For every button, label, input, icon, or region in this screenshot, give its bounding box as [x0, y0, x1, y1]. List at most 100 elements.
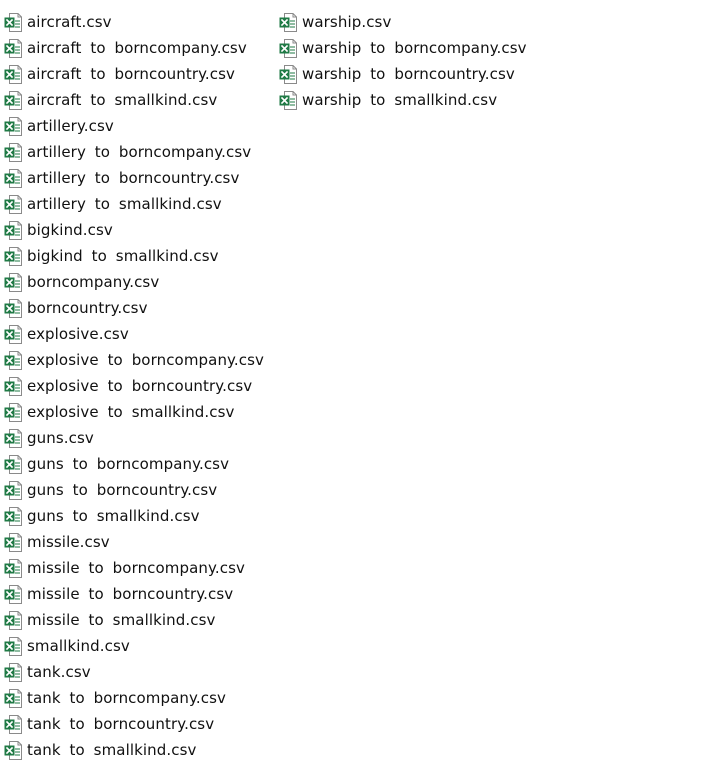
file-name: missile.csv — [27, 533, 110, 551]
file-name: artillery.csv — [27, 117, 114, 135]
file-item[interactable]: bigkind.csv — [4, 217, 274, 243]
file-item[interactable]: artillery to borncompany.csv — [4, 139, 274, 165]
file-name: artillery to smallkind.csv — [27, 195, 222, 213]
excel-csv-file-icon — [4, 246, 23, 267]
excel-csv-file-icon — [4, 714, 23, 735]
file-item[interactable]: warship to borncountry.csv — [279, 61, 549, 87]
excel-csv-file-icon — [4, 740, 23, 761]
file-name: guns to borncompany.csv — [27, 455, 230, 473]
file-name: aircraft.csv — [27, 13, 112, 31]
file-name: aircraft to borncompany.csv — [27, 39, 247, 57]
excel-csv-file-icon — [4, 610, 23, 631]
excel-csv-file-icon — [4, 558, 23, 579]
excel-csv-file-icon — [4, 90, 23, 111]
file-column-2: warship.csv warship to borncompany.csv war… — [279, 9, 549, 113]
file-name: artillery to borncountry.csv — [27, 169, 240, 187]
file-name: missile to borncompany.csv — [27, 559, 245, 577]
file-item[interactable]: tank to smallkind.csv — [4, 737, 274, 763]
file-name: tank to borncompany.csv — [27, 689, 226, 707]
file-name: missile to smallkind.csv — [27, 611, 216, 629]
file-name: guns to borncountry.csv — [27, 481, 218, 499]
file-name: artillery to borncompany.csv — [27, 143, 252, 161]
file-item[interactable]: explosive.csv — [4, 321, 274, 347]
file-name: warship.csv — [302, 13, 392, 31]
excel-csv-file-icon — [4, 688, 23, 709]
file-item[interactable]: guns.csv — [4, 425, 274, 451]
file-column-1: aircraft.csv aircraft to borncompany.csv a… — [4, 9, 274, 763]
file-item[interactable]: tank.csv — [4, 659, 274, 685]
file-name: smallkind.csv — [27, 637, 130, 655]
file-name: guns.csv — [27, 429, 94, 447]
file-item[interactable]: tank to borncountry.csv — [4, 711, 274, 737]
file-item[interactable]: artillery to smallkind.csv — [4, 191, 274, 217]
excel-csv-file-icon — [279, 38, 298, 59]
file-item[interactable]: missile to borncountry.csv — [4, 581, 274, 607]
excel-csv-file-icon — [4, 324, 23, 345]
file-name: warship to borncountry.csv — [302, 65, 515, 83]
file-item[interactable]: artillery.csv — [4, 113, 274, 139]
excel-csv-file-icon — [4, 454, 23, 475]
file-item[interactable]: explosive to borncountry.csv — [4, 373, 274, 399]
file-item[interactable]: warship to borncompany.csv — [279, 35, 549, 61]
excel-csv-file-icon — [4, 220, 23, 241]
file-name: explosive to smallkind.csv — [27, 403, 235, 421]
file-item[interactable]: missile.csv — [4, 529, 274, 555]
file-item[interactable]: borncountry.csv — [4, 295, 274, 321]
file-item[interactable]: guns to smallkind.csv — [4, 503, 274, 529]
file-item[interactable]: bigkind to smallkind.csv — [4, 243, 274, 269]
file-item[interactable]: tank to borncompany.csv — [4, 685, 274, 711]
excel-csv-file-icon — [4, 376, 23, 397]
file-name: aircraft to smallkind.csv — [27, 91, 218, 109]
excel-csv-file-icon — [4, 636, 23, 657]
excel-csv-file-icon — [4, 662, 23, 683]
excel-csv-file-icon — [279, 64, 298, 85]
excel-csv-file-icon — [279, 90, 298, 111]
file-name: explosive.csv — [27, 325, 129, 343]
file-item[interactable]: explosive to borncompany.csv — [4, 347, 274, 373]
file-item[interactable]: aircraft to smallkind.csv — [4, 87, 274, 113]
file-item[interactable]: aircraft.csv — [4, 9, 274, 35]
file-name: warship to smallkind.csv — [302, 91, 498, 109]
excel-csv-file-icon — [4, 142, 23, 163]
file-name: bigkind to smallkind.csv — [27, 247, 219, 265]
file-item[interactable]: explosive to smallkind.csv — [4, 399, 274, 425]
file-item[interactable]: missile to smallkind.csv — [4, 607, 274, 633]
file-name: guns to smallkind.csv — [27, 507, 200, 525]
file-item[interactable]: borncompany.csv — [4, 269, 274, 295]
file-name: borncountry.csv — [27, 299, 148, 317]
file-name: missile to borncountry.csv — [27, 585, 234, 603]
excel-csv-file-icon — [4, 584, 23, 605]
file-item[interactable]: guns to borncompany.csv — [4, 451, 274, 477]
excel-csv-file-icon — [279, 12, 298, 33]
excel-csv-file-icon — [4, 38, 23, 59]
file-name: tank to smallkind.csv — [27, 741, 197, 759]
file-item[interactable]: artillery to borncountry.csv — [4, 165, 274, 191]
excel-csv-file-icon — [4, 480, 23, 501]
excel-csv-file-icon — [4, 298, 23, 319]
excel-csv-file-icon — [4, 272, 23, 293]
file-name: borncompany.csv — [27, 273, 160, 291]
excel-csv-file-icon — [4, 506, 23, 527]
file-item[interactable]: smallkind.csv — [4, 633, 274, 659]
file-name: bigkind.csv — [27, 221, 113, 239]
excel-csv-file-icon — [4, 168, 23, 189]
excel-csv-file-icon — [4, 350, 23, 371]
file-name: aircraft to borncountry.csv — [27, 65, 236, 83]
file-name: explosive to borncountry.csv — [27, 377, 253, 395]
excel-csv-file-icon — [4, 116, 23, 137]
file-item[interactable]: aircraft to borncountry.csv — [4, 61, 274, 87]
excel-csv-file-icon — [4, 532, 23, 553]
file-item[interactable]: missile to borncompany.csv — [4, 555, 274, 581]
file-name: explosive to borncompany.csv — [27, 351, 265, 369]
excel-csv-file-icon — [4, 428, 23, 449]
file-name: tank to borncountry.csv — [27, 715, 215, 733]
excel-csv-file-icon — [4, 402, 23, 423]
excel-csv-file-icon — [4, 194, 23, 215]
file-item[interactable]: warship.csv — [279, 9, 549, 35]
file-item[interactable]: aircraft to borncompany.csv — [4, 35, 274, 61]
file-item[interactable]: warship to smallkind.csv — [279, 87, 549, 113]
excel-csv-file-icon — [4, 64, 23, 85]
file-name: tank.csv — [27, 663, 91, 681]
file-item[interactable]: guns to borncountry.csv — [4, 477, 274, 503]
file-name: warship to borncompany.csv — [302, 39, 527, 57]
